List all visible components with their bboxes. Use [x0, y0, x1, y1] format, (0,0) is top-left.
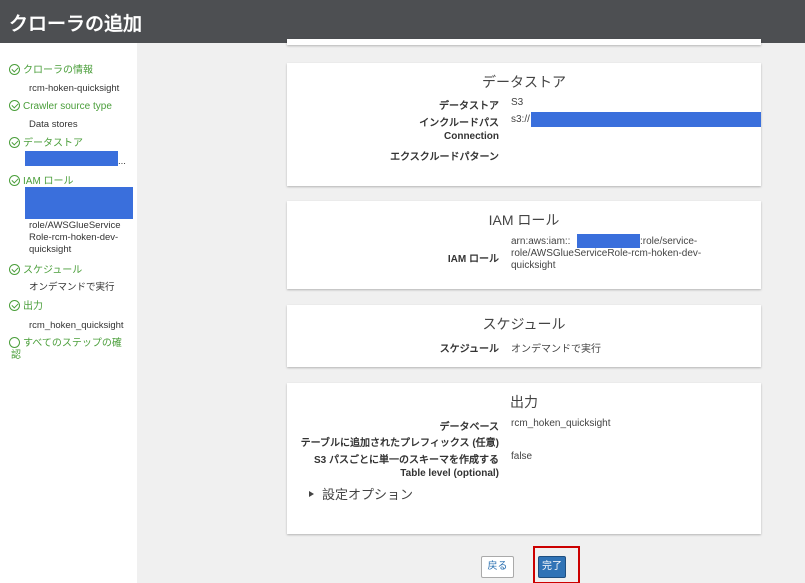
options-label: 設定オプション: [322, 487, 414, 502]
redacted-block: [577, 234, 640, 248]
field-value: quicksight: [511, 260, 556, 271]
card-title: 出力: [510, 394, 538, 410]
empty-circle-icon: [9, 337, 20, 348]
step-label: 出力: [23, 301, 43, 312]
field-value: S3: [511, 97, 524, 108]
schedule-card: スケジュール スケジュール オンデマンドで実行: [287, 305, 761, 367]
previous-card-bottom: [287, 39, 761, 45]
step-value: オンデマンドで実行: [29, 282, 115, 293]
card-title: データストア: [482, 74, 566, 90]
step-label-continued: 認: [11, 350, 21, 361]
field-label: Connection: [444, 131, 499, 142]
step-review[interactable]: すべてのステップの確: [9, 337, 122, 350]
field-label: テーブルに追加されたプレフィックス (任意): [300, 438, 499, 449]
check-circle-icon: [9, 300, 20, 311]
field-label: データベース: [439, 422, 500, 433]
field-label: インクルードパス: [419, 118, 499, 129]
output-card: 出力 データベース rcm_hoken_quicksight テーブルに追加され…: [287, 383, 761, 534]
field-label: データストア: [439, 101, 499, 112]
field-value: :role/service-: [640, 236, 698, 247]
step-value-line: quicksight: [29, 244, 72, 255]
caret-right-icon: [309, 491, 314, 497]
step-value-line: role/AWSGlueService: [29, 220, 121, 231]
step-label: データストア: [23, 138, 83, 149]
check-circle-icon: [9, 175, 20, 186]
step-label: スケジュール: [23, 265, 83, 276]
step-value: rcm_hoken_quicksight: [29, 320, 124, 331]
iam-role-card: IAM ロール IAM ロール arn:aws:iam:: :role/serv…: [287, 201, 761, 289]
step-value-line: Role-rcm-hoken-dev-: [29, 232, 119, 243]
redacted-block: [25, 187, 133, 219]
card-title: スケジュール: [482, 316, 566, 332]
back-button[interactable]: 戻る: [481, 556, 514, 578]
field-label: IAM ロール: [447, 254, 499, 265]
card-title: IAM ロール: [488, 212, 560, 228]
step-value: rcm-hoken-quicksight: [29, 83, 120, 94]
field-label: エクスクルードパターン: [390, 152, 499, 163]
step-data-store[interactable]: データストア: [9, 137, 83, 150]
check-circle-icon: [9, 100, 20, 111]
check-circle-icon: [9, 64, 20, 75]
check-circle-icon: [9, 264, 20, 275]
step-label: Crawler source type: [23, 101, 112, 112]
field-value: rcm_hoken_quicksight: [511, 418, 611, 429]
page-title: クローラの追加: [9, 14, 143, 35]
step-label: クローラの情報: [23, 65, 93, 76]
options-expander[interactable]: 設定オプション: [309, 484, 413, 503]
field-label: S3 パスごとに単一のスキーマを作成する: [313, 455, 499, 466]
finish-button[interactable]: 完了: [538, 556, 566, 578]
field-label: スケジュール: [439, 344, 499, 355]
redacted-block: [25, 151, 118, 166]
redacted-block: [531, 112, 761, 127]
step-value: ...: [118, 156, 126, 167]
page-header: クローラの追加: [0, 0, 805, 43]
field-value: false: [511, 451, 533, 462]
review-content-area: データストア データストア S3 インクルードパス s3:// Connecti…: [137, 39, 805, 583]
field-value: オンデマンドで実行: [511, 344, 601, 355]
field-label: Table level (optional): [400, 468, 499, 479]
step-schedule[interactable]: スケジュール: [9, 264, 82, 277]
step-label: IAM ロール: [23, 176, 74, 187]
step-label: すべてのステップの確: [23, 338, 122, 349]
data-store-card: データストア データストア S3 インクルードパス s3:// Connecti…: [287, 63, 761, 186]
step-crawler-info[interactable]: クローラの情報: [9, 64, 93, 77]
field-value: role/AWSGlueServiceRole-rcm-hoken-dev-: [511, 248, 702, 259]
step-output[interactable]: 出力: [9, 300, 43, 313]
step-value: Data stores: [29, 119, 78, 130]
wizard-steps-sidebar: クローラの情報 rcm-hoken-quicksight Crawler sou…: [0, 43, 137, 583]
field-value: s3://: [511, 114, 530, 125]
field-value: arn:aws:iam::: [511, 236, 571, 247]
step-crawler-source-type[interactable]: Crawler source type: [9, 100, 112, 113]
check-circle-icon: [9, 137, 20, 148]
